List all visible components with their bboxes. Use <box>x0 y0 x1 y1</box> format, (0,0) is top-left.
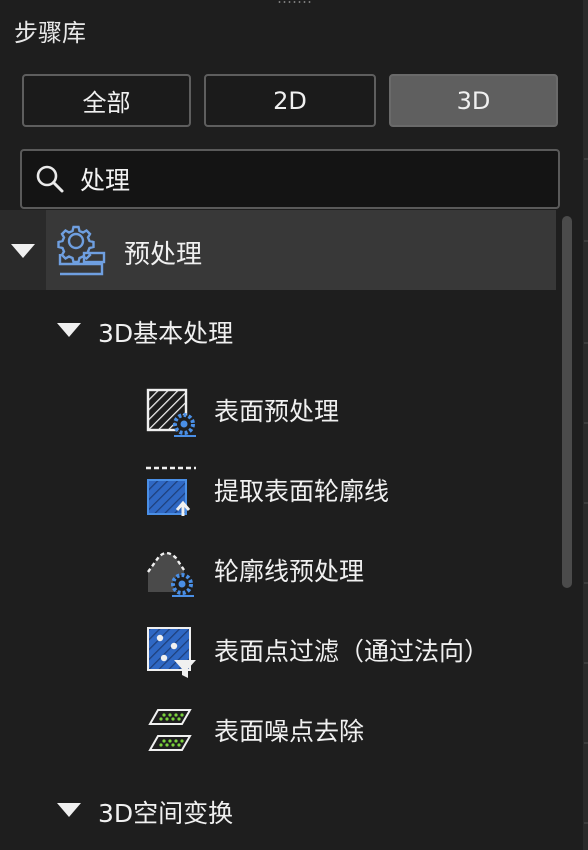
category-expand-toggle[interactable] <box>0 210 46 290</box>
group-label-3d-basic[interactable]: 3D基本处理 <box>98 314 233 350</box>
tree-scrollbar[interactable] <box>560 210 574 850</box>
triangle-down-icon <box>11 244 35 258</box>
surface-preprocess-icon <box>146 388 196 437</box>
contour-preprocess-icon <box>147 551 194 597</box>
step-tree: 预处理 3D基本处理 表面预处理 提取表面轮廓线 轮廓线预处理 表面点过滤（通过… <box>0 210 556 850</box>
panel-title: 步骤库 <box>14 19 86 47</box>
step-label: 表面点过滤（通过法向） <box>214 637 490 666</box>
normal-filter-icon <box>147 627 196 678</box>
filter-3d-button[interactable]: 3D <box>389 74 558 127</box>
step-item[interactable]: 表面预处理 <box>140 372 556 448</box>
search-value: 处理 <box>80 166 131 195</box>
search-icon <box>36 165 64 193</box>
step-item[interactable]: 表面点过滤（通过法向） <box>140 612 556 688</box>
step-item[interactable]: 表面噪点去除 <box>140 692 556 768</box>
step-label: 表面噪点去除 <box>214 717 365 746</box>
group-expand-toggle[interactable] <box>57 323 81 337</box>
step-label: 表面预处理 <box>214 397 340 426</box>
filter-all-button[interactable]: 全部 <box>22 74 191 127</box>
category-label: 预处理 <box>124 240 203 270</box>
group-expand-toggle[interactable] <box>57 803 81 817</box>
panel-resize-grip[interactable] <box>277 0 313 4</box>
extract-contour-icon <box>146 466 196 516</box>
search-input[interactable]: 处理 <box>20 149 560 209</box>
noise-removal-icon <box>148 709 192 751</box>
filter-2d-button[interactable]: 2D <box>204 74 376 127</box>
step-label: 提取表面轮廓线 <box>214 477 390 506</box>
gear-pipeline-icon <box>57 225 106 276</box>
step-label: 轮廓线预处理 <box>214 557 365 586</box>
step-item[interactable]: 提取表面轮廓线 <box>140 452 556 528</box>
group-label-3d-transform[interactable]: 3D空间变换 <box>98 794 233 830</box>
adjacent-panel-edge <box>583 0 588 850</box>
scrollbar-thumb[interactable] <box>562 216 572 588</box>
step-item[interactable]: 轮廓线预处理 <box>140 532 556 608</box>
category-row-preprocess[interactable]: 预处理 <box>0 210 556 290</box>
